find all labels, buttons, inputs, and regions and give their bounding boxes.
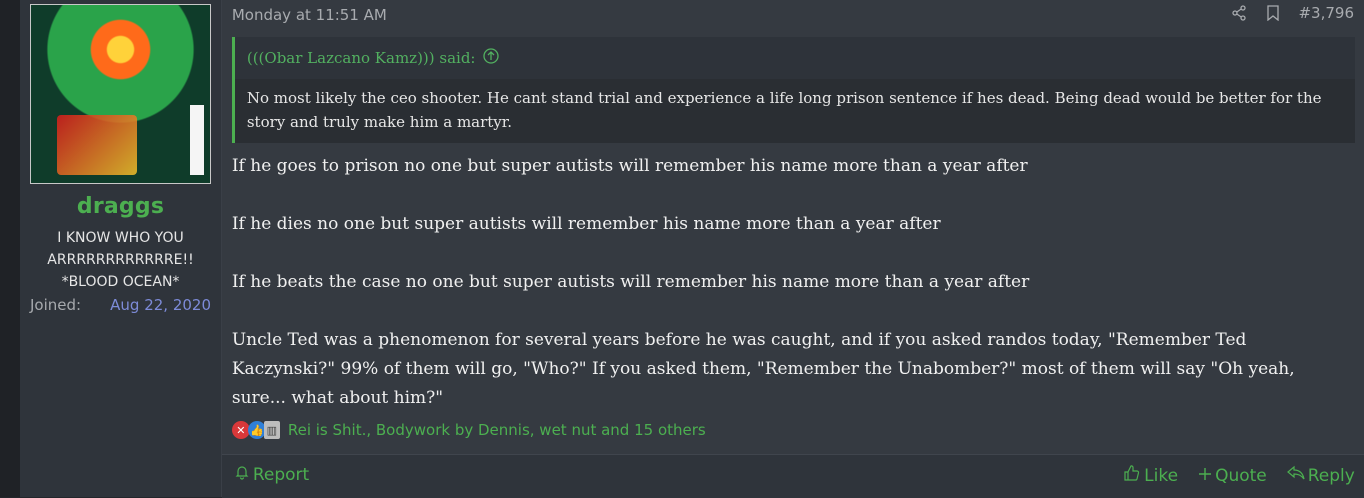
reply-arrow-icon bbox=[1286, 465, 1305, 486]
page-left-strip bbox=[0, 0, 20, 497]
reply-button[interactable]: Reply bbox=[1286, 464, 1355, 487]
avatar-logo-graphic bbox=[57, 115, 137, 175]
quote-label[interactable]: Quote bbox=[1215, 466, 1267, 486]
quote-block: (((Obar Lazcano Kamz))) said: No most li… bbox=[231, 37, 1355, 143]
joined-date: Aug 22, 2020 bbox=[110, 296, 211, 314]
user-title-line: I KNOW WHO YOU bbox=[57, 230, 184, 246]
avatar[interactable] bbox=[30, 4, 211, 184]
user-title: I KNOW WHO YOU ARRRRRRRRRRRRE!! *BLOOD O… bbox=[20, 227, 221, 293]
avatar-side-band bbox=[190, 105, 204, 175]
reactions-list[interactable]: Rei is Shit., Bodywork by Dennis, wet nu… bbox=[288, 421, 706, 439]
thumbs-up-icon bbox=[1123, 464, 1141, 487]
user-title-line: ARRRRRRRRRRRRE!! bbox=[47, 252, 194, 268]
user-title-line: *BLOOD OCEAN* bbox=[61, 274, 180, 290]
plus-icon bbox=[1198, 466, 1212, 486]
bookmark-icon[interactable] bbox=[1264, 4, 1282, 22]
reactions-bar: ✕ 👍 ▥ Rei is Shit., Bodywork by Dennis, … bbox=[231, 421, 706, 439]
arrow-up-circle-icon[interactable] bbox=[483, 48, 500, 68]
forum-post: draggs I KNOW WHO YOU ARRRRRRRRRRRRE!! *… bbox=[20, 0, 1364, 498]
message-paragraph: If he goes to prison no one but super au… bbox=[231, 156, 1028, 176]
username[interactable]: draggs bbox=[20, 194, 221, 219]
post-date[interactable]: Monday at 11:51 AM bbox=[232, 6, 387, 24]
message-paragraph: If he beats the case no one but super au… bbox=[231, 272, 1030, 292]
post-actions: Like Quote Reply bbox=[1123, 464, 1355, 487]
quote-author[interactable]: (((Obar Lazcano Kamz))) said: bbox=[247, 49, 476, 67]
quote-text: No most likely the ceo shooter. He cant … bbox=[234, 79, 1355, 143]
message-paragraph: If he dies no one but super autists will… bbox=[231, 214, 941, 234]
post-content: Monday at 11:51 AM #3,796 (((Obar Lazcan… bbox=[221, 0, 1364, 498]
report-button[interactable]: Report bbox=[234, 464, 309, 485]
other-reaction-icon[interactable]: ▥ bbox=[263, 421, 280, 439]
message-body: If he goes to prison no one but super au… bbox=[232, 152, 1352, 413]
reaction-icons[interactable]: ✕ 👍 ▥ bbox=[231, 421, 280, 439]
report-label[interactable]: Report bbox=[253, 465, 309, 485]
message-paragraph: Uncle Ted was a phenomenon for several y… bbox=[231, 330, 1295, 408]
reply-label[interactable]: Reply bbox=[1308, 466, 1355, 486]
bell-icon bbox=[234, 464, 250, 485]
like-label[interactable]: Like bbox=[1144, 466, 1178, 486]
quote-button[interactable]: Quote bbox=[1198, 464, 1267, 487]
post-meta-actions: #3,796 bbox=[1230, 4, 1354, 22]
post-number[interactable]: #3,796 bbox=[1298, 4, 1354, 22]
like-button[interactable]: Like bbox=[1123, 464, 1178, 487]
user-panel: draggs I KNOW WHO YOU ARRRRRRRRRRRRE!! *… bbox=[20, 0, 222, 497]
share-icon[interactable] bbox=[1230, 4, 1248, 22]
post-footer: Report Like Quote Reply bbox=[221, 454, 1364, 498]
joined-label: Joined: bbox=[30, 296, 82, 314]
quote-header[interactable]: (((Obar Lazcano Kamz))) said: bbox=[247, 48, 500, 68]
